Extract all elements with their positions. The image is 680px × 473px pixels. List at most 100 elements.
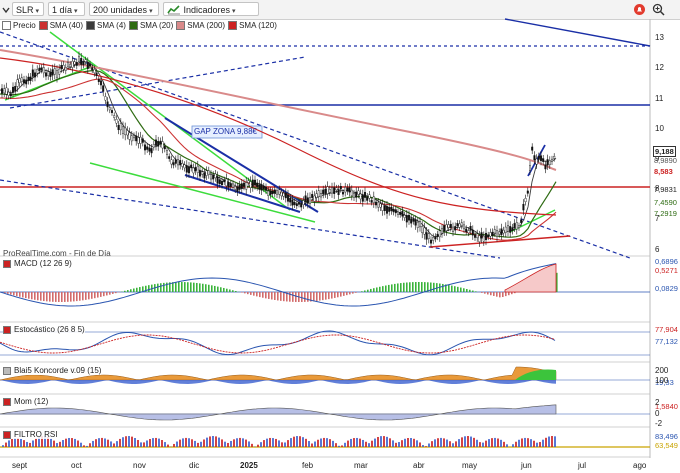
price-candle: [304, 195, 307, 202]
chevron-down-icon[interactable]: [1, 5, 11, 15]
legend-item-sma120[interactable]: SMA (120): [228, 21, 277, 30]
rsi-bar: [131, 436, 133, 447]
macd-histogram-bar: [262, 292, 264, 298]
koncorde-panel-label[interactable]: Blai5 Koncorde v.09 (15): [3, 366, 102, 375]
mom-tick: 0: [655, 409, 660, 418]
price-candle: [449, 223, 452, 228]
price-candle: [176, 159, 179, 166]
legend-swatch: [228, 21, 238, 30]
trendline-green-channel-1: [49, 31, 291, 211]
price-candle: [229, 183, 232, 187]
rsi-bar: [98, 438, 100, 447]
price-candle: [515, 222, 518, 230]
legend-item-price[interactable]: Precio: [2, 21, 36, 30]
price-candle: [465, 228, 468, 233]
macd-histogram-bar: [253, 292, 255, 296]
macd-histogram-bar: [547, 278, 549, 292]
macd-histogram-bar: [196, 282, 198, 292]
price-candle: [432, 236, 435, 241]
price-candle: [548, 160, 551, 166]
macd-histogram-bar: [424, 282, 426, 292]
macd-histogram-bar: [529, 287, 531, 292]
panel-title: Mom (12): [14, 397, 49, 406]
gap-zone-annotation[interactable]: GAP ZONA 9,88€: [194, 127, 257, 136]
macd-histogram-bar: [7, 292, 9, 294]
panel-title: Blai5 Koncorde v.09 (15): [14, 366, 102, 375]
momentum-panel-label[interactable]: Mom (12): [3, 397, 49, 406]
price-candle: [300, 203, 303, 208]
trendline-blue-steep: [527, 144, 546, 177]
zoom-in-icon[interactable]: [652, 3, 665, 16]
price-candle: [344, 187, 347, 193]
macd-histogram-bar: [385, 285, 387, 292]
rsi-bar: [368, 443, 370, 447]
macd-panel-label[interactable]: MACD (12 26 9): [3, 259, 72, 268]
macd-histogram-bar: [316, 292, 318, 301]
rsi-bar: [8, 440, 10, 447]
macd-histogram-bar: [391, 284, 393, 292]
trendline-dashed-upper: [0, 31, 631, 259]
indicators-button[interactable]: Indicadores ▾: [163, 2, 259, 16]
macd-histogram-bar: [178, 282, 180, 292]
price-candle: [192, 167, 195, 174]
rsi-bar: [86, 445, 88, 447]
stochastic-panel-label[interactable]: Estocástico (26 8 5): [3, 325, 85, 334]
rsi-bar: [491, 438, 493, 447]
macd-histogram-bar: [208, 284, 210, 292]
macd-histogram-bar: [322, 292, 324, 301]
macd-histogram-bar: [172, 282, 174, 292]
macd-histogram-bar: [487, 292, 489, 295]
interval-selector[interactable]: 1 día ▾: [48, 2, 85, 16]
chevron-down-icon: ▾: [232, 8, 236, 15]
price-candle: [256, 182, 259, 187]
legend-item-sma200[interactable]: SMA (200): [176, 21, 225, 30]
price-candle: [126, 130, 129, 136]
symbol-selector[interactable]: SLR ▾: [12, 2, 44, 16]
macd-histogram-bar: [538, 282, 540, 292]
rsi-bar: [173, 443, 175, 447]
macd-histogram-bar: [40, 292, 42, 301]
price-candle: [513, 223, 516, 229]
price-candle: [102, 85, 105, 92]
macd-histogram-bar: [427, 282, 429, 292]
rsi-bar: [479, 442, 481, 447]
price-candle: [1, 88, 4, 94]
rsi-bar: [176, 441, 178, 447]
macd-histogram-bar: [124, 290, 126, 292]
macd-histogram-bar: [265, 292, 267, 299]
units-selector[interactable]: 200 unidades ▾: [89, 2, 159, 16]
rsi-bar: [263, 440, 265, 447]
rsi-bar: [74, 438, 76, 447]
koncorde-blue-area: [0, 380, 556, 384]
macd-histogram-bar: [199, 283, 201, 292]
macd-histogram-bar: [61, 292, 63, 302]
legend-item-sma4[interactable]: SMA (4): [86, 21, 126, 30]
price-candle: [161, 141, 164, 149]
time-tick: nov: [133, 461, 146, 470]
price-candle: [66, 62, 69, 67]
macd-histogram-bar: [256, 292, 258, 297]
macd-histogram-bar: [457, 286, 459, 292]
rsi-bar: [53, 440, 55, 447]
rsi-bar: [260, 442, 262, 447]
price-candle: [249, 181, 252, 188]
price-candle: [132, 135, 135, 139]
alert-bell-icon[interactable]: [633, 3, 646, 16]
trendline-red-rising: [429, 235, 571, 248]
rsi-bar: [134, 438, 136, 447]
rsi-bar: [404, 438, 406, 447]
macd-histogram-bar: [361, 291, 363, 292]
macd-histogram-bar: [388, 284, 390, 292]
macd-histogram-bar: [409, 282, 411, 292]
macd-histogram-bar: [379, 286, 381, 292]
price-candle: [60, 65, 63, 70]
macd-histogram-bar: [217, 286, 219, 292]
rsi-panel-label[interactable]: FILTRO RSI: [3, 430, 58, 439]
macd-tag: 0,5271: [655, 266, 678, 275]
price-chart-canvas[interactable]: [0, 0, 680, 473]
rsi-bar: [275, 438, 277, 447]
macd-histogram-bar: [403, 282, 405, 292]
legend-item-sma40[interactable]: SMA (40): [38, 21, 83, 30]
macd-histogram-bar: [502, 292, 504, 298]
legend-item-sma20[interactable]: SMA (20): [128, 21, 173, 30]
